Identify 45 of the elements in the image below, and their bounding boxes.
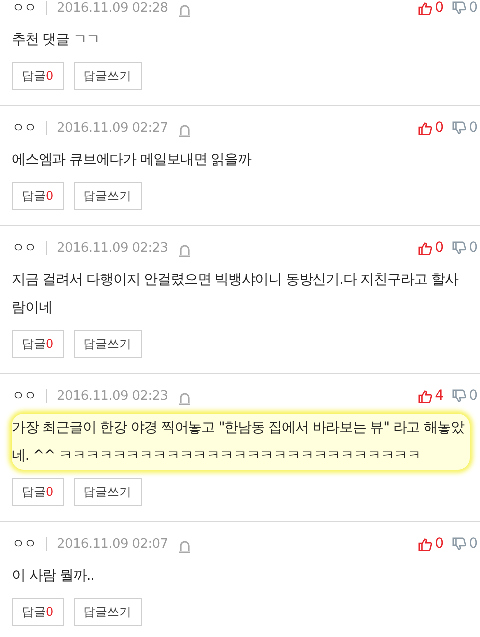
like-button[interactable]: 0	[418, 240, 444, 256]
thumbs-up-icon	[418, 240, 434, 256]
reply-count-button[interactable]: 답글0	[12, 182, 64, 210]
thumbs-down-icon	[452, 120, 468, 136]
write-reply-button[interactable]: 답글쓰기	[74, 478, 142, 506]
comment-date: 2016.11.09 02:23	[57, 388, 168, 404]
author-name: ㅇㅇ	[12, 120, 36, 137]
comment-date: 2016.11.09 02:07	[57, 536, 168, 552]
thumbs-down-icon	[452, 536, 468, 552]
comment-text: 에스엠과 큐브에다가 메일보내면 읽을까	[12, 151, 253, 170]
thumbs-up-icon	[418, 388, 434, 404]
like-button[interactable]: 4	[418, 388, 444, 404]
thumbs-down-icon	[452, 0, 468, 16]
author-name: ㅇㅇ	[12, 240, 36, 257]
author-name: ㅇㅇ	[12, 388, 36, 405]
alarm-light-icon[interactable]	[178, 538, 192, 554]
author-name: ㅇㅇ	[12, 536, 36, 553]
write-reply-button[interactable]: 답글쓰기	[74, 598, 142, 626]
like-button[interactable]: 0	[418, 0, 444, 16]
thumbs-up-icon	[418, 536, 434, 552]
thumbs-down-icon	[452, 388, 468, 404]
reply-count-button[interactable]: 답글0	[12, 62, 64, 90]
thumbs-up-icon	[418, 120, 434, 136]
comment-text: 지금 걸려서 다행이지 안걸렸으면 빅뱅샤이니 동방신기.다 지친구라고 할사람이네	[12, 271, 460, 318]
comment-text: 이 사람 뭘까..	[12, 567, 96, 586]
comment-date: 2016.11.09 02:27	[57, 120, 168, 136]
write-reply-button[interactable]: 답글쓰기	[74, 330, 142, 358]
like-button[interactable]: 0	[418, 120, 444, 136]
write-reply-button[interactable]: 답글쓰기	[74, 182, 142, 210]
alarm-light-icon[interactable]	[178, 2, 192, 18]
thumbs-up-icon	[418, 0, 434, 16]
thumbs-down-icon	[452, 240, 468, 256]
alarm-light-icon[interactable]	[178, 390, 192, 406]
comment-date: 2016.11.09 02:28	[57, 0, 168, 16]
comment-text: 가장 최근글이 한강 야경 찍어놓고 "한남동 집에서 바라보는 뷰" 라고 해놓았네. ^^ ㅋㅋㅋㅋㅋㅋㅋㅋㅋㅋㅋㅋㅋㅋㅋㅋㅋㅋㅋㅋㅋㅋㅋㅋㅋㅋㅋ	[12, 414, 470, 470]
author-name: ㅇㅇ	[12, 0, 36, 17]
comment-date: 2016.11.09 02:23	[57, 240, 168, 256]
comment-text: 추천 댓글 ㄱㄱ	[12, 31, 102, 50]
alarm-light-icon[interactable]	[178, 122, 192, 138]
reply-count-button[interactable]: 답글0	[12, 478, 64, 506]
write-reply-button[interactable]: 답글쓰기	[74, 62, 142, 90]
reply-count-button[interactable]: 답글0	[12, 598, 64, 626]
like-button[interactable]: 0	[418, 536, 444, 552]
alarm-light-icon[interactable]	[178, 242, 192, 258]
reply-count-button[interactable]: 답글0	[12, 330, 64, 358]
